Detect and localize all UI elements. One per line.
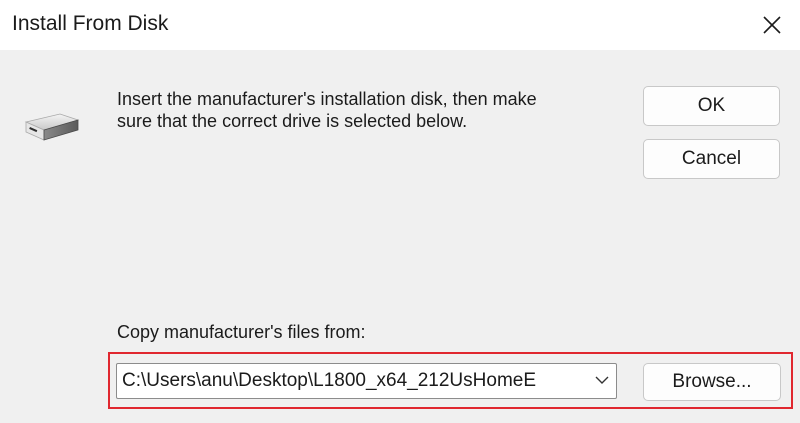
- cancel-button[interactable]: Cancel: [643, 139, 780, 179]
- copy-from-label: Copy manufacturer's files from:: [117, 322, 366, 342]
- install-from-disk-dialog: Install From Disk Insert the manufacture…: [0, 0, 800, 423]
- window-title: Install From Disk: [12, 12, 169, 35]
- path-dropdown-button[interactable]: [588, 364, 616, 398]
- ok-button[interactable]: OK: [643, 86, 780, 126]
- message-line-2: sure that the correct drive is selected …: [117, 111, 468, 131]
- title-bar: Install From Disk: [0, 0, 800, 50]
- copy-from-path-value[interactable]: C:\Users\anu\Desktop\L1800_x64_212UsHome…: [117, 370, 588, 392]
- copy-from-path-combobox[interactable]: C:\Users\anu\Desktop\L1800_x64_212UsHome…: [116, 363, 617, 399]
- disk-drive-icon: [24, 110, 80, 144]
- close-icon: [763, 16, 781, 34]
- instruction-message: Insert the manufacturer's installation d…: [117, 88, 607, 132]
- close-button[interactable]: [744, 0, 800, 50]
- browse-button[interactable]: Browse...: [643, 363, 781, 401]
- chevron-down-icon: [595, 372, 609, 390]
- message-line-1: Insert the manufacturer's installation d…: [117, 89, 537, 109]
